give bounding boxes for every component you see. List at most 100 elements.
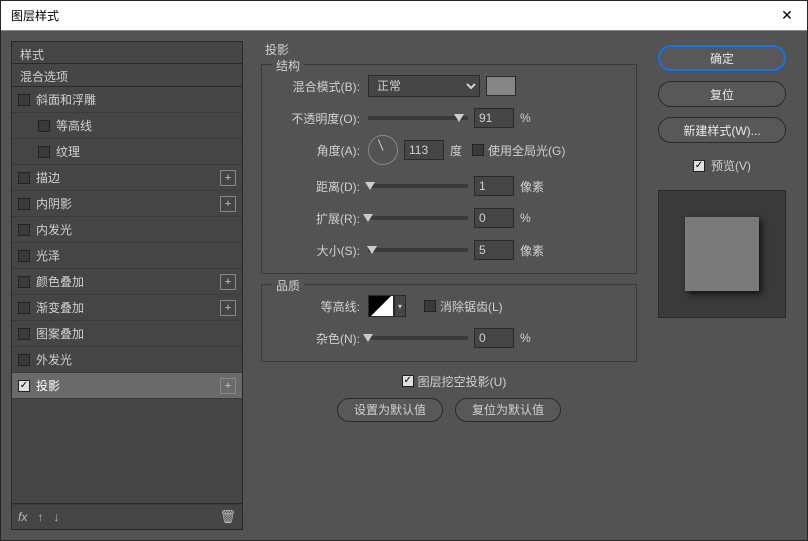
style-label: 外发光 — [36, 351, 72, 368]
style-item-color-overlay[interactable]: 颜色叠加 + — [12, 269, 242, 295]
style-check[interactable] — [18, 198, 30, 210]
ok-button[interactable]: 确定 — [658, 45, 786, 71]
style-label: 斜面和浮雕 — [36, 91, 96, 108]
style-label: 内发光 — [36, 221, 72, 238]
window-title: 图层样式 — [11, 7, 59, 24]
dialog-content: 样式 混合选项 斜面和浮雕 等高线 纹理 描边 + 内阴影 + 内发光 光泽 颜色叠… — [1, 31, 807, 540]
contour-label: 等高线: — [276, 298, 360, 315]
styles-header: 样式 — [11, 41, 243, 63]
make-default-button[interactable]: 设置为默认值 — [337, 398, 443, 422]
style-label: 等高线 — [56, 117, 92, 134]
style-check[interactable] — [38, 146, 50, 158]
quality-legend: 品质 — [272, 277, 304, 294]
arrow-up-icon[interactable]: ↑ — [37, 510, 43, 524]
style-label: 描边 — [36, 169, 60, 186]
distance-label: 距离(D): — [276, 178, 360, 195]
global-light-check[interactable]: 使用全局光(G) — [472, 142, 565, 159]
contour-picker[interactable] — [368, 295, 394, 317]
style-label: 渐变叠加 — [36, 299, 84, 316]
add-icon[interactable]: + — [220, 300, 236, 316]
quality-fieldset: 品质 等高线: ▾ 消除锯齿(L) 杂色(N): % — [261, 284, 637, 362]
size-input[interactable] — [474, 240, 514, 260]
style-check[interactable] — [18, 380, 30, 392]
distance-slider[interactable] — [368, 184, 468, 188]
preview-check[interactable]: 预览(V) — [693, 157, 751, 174]
blend-mode-label: 混合模式(B): — [276, 78, 360, 95]
shadow-color-swatch[interactable] — [486, 76, 516, 96]
style-item-stroke[interactable]: 描边 + — [12, 165, 242, 191]
new-style-button[interactable]: 新建样式(W)... — [658, 117, 786, 143]
size-slider[interactable] — [368, 248, 468, 252]
close-button[interactable]: ✕ — [767, 1, 807, 30]
style-label: 颜色叠加 — [36, 273, 84, 290]
style-item-inner-shadow[interactable]: 内阴影 + — [12, 191, 242, 217]
add-icon[interactable]: + — [220, 274, 236, 290]
reset-default-button[interactable]: 复位为默认值 — [455, 398, 561, 422]
style-item-outer-glow[interactable]: 外发光 — [12, 347, 242, 373]
style-check[interactable] — [38, 120, 50, 132]
structure-legend: 结构 — [272, 57, 304, 74]
style-label: 光泽 — [36, 247, 60, 264]
structure-fieldset: 结构 混合模式(B): 正常 不透明度(O): % 角度(A): 度 — [261, 64, 637, 274]
style-footer: fx ↑ ↓ 🗑 — [11, 504, 243, 530]
opacity-slider[interactable] — [368, 116, 468, 120]
add-icon[interactable]: + — [220, 378, 236, 394]
noise-unit: % — [520, 331, 531, 345]
angle-dial[interactable] — [368, 135, 398, 165]
style-list: 斜面和浮雕 等高线 纹理 描边 + 内阴影 + 内发光 光泽 颜色叠加 + 渐变叠加 +… — [11, 87, 243, 504]
style-item-texture[interactable]: 纹理 — [12, 139, 242, 165]
opacity-unit: % — [520, 111, 531, 125]
style-check[interactable] — [18, 276, 30, 288]
settings-panel: 投影 结构 混合模式(B): 正常 不透明度(O): % 角度(A): — [243, 41, 647, 530]
angle-input[interactable] — [404, 140, 444, 160]
style-item-pattern-overlay[interactable]: 图案叠加 — [12, 321, 242, 347]
style-label: 投影 — [36, 377, 60, 394]
size-unit: 像素 — [520, 242, 544, 259]
style-item-bevel[interactable]: 斜面和浮雕 — [12, 87, 242, 113]
spread-input[interactable] — [474, 208, 514, 228]
distance-unit: 像素 — [520, 178, 544, 195]
angle-label: 角度(A): — [276, 142, 360, 159]
opacity-label: 不透明度(O): — [276, 110, 360, 127]
style-check[interactable] — [18, 172, 30, 184]
titlebar: 图层样式 ✕ — [1, 1, 807, 31]
action-panel: 确定 复位 新建样式(W)... 预览(V) — [647, 41, 797, 530]
style-item-satin[interactable]: 光泽 — [12, 243, 242, 269]
size-label: 大小(S): — [276, 242, 360, 259]
style-label: 内阴影 — [36, 195, 72, 212]
style-label: 图案叠加 — [36, 325, 84, 342]
spread-unit: % — [520, 211, 531, 225]
spread-label: 扩展(R): — [276, 210, 360, 227]
contour-dropdown[interactable]: ▾ — [394, 295, 406, 317]
angle-unit: 度 — [450, 142, 462, 159]
style-item-drop-shadow[interactable]: 投影 + — [12, 373, 242, 399]
style-check[interactable] — [18, 328, 30, 340]
distance-input[interactable] — [474, 176, 514, 196]
style-check[interactable] — [18, 354, 30, 366]
style-check[interactable] — [18, 224, 30, 236]
noise-input[interactable] — [474, 328, 514, 348]
blend-mode-select[interactable]: 正常 — [368, 75, 480, 97]
spread-slider[interactable] — [368, 216, 468, 220]
style-item-contour[interactable]: 等高线 — [12, 113, 242, 139]
arrow-down-icon[interactable]: ↓ — [53, 510, 59, 524]
cancel-button[interactable]: 复位 — [658, 81, 786, 107]
style-check[interactable] — [18, 302, 30, 314]
style-label: 纹理 — [56, 143, 80, 160]
fx-icon[interactable]: fx — [18, 510, 27, 524]
noise-label: 杂色(N): — [276, 330, 360, 347]
trash-icon[interactable]: 🗑 — [219, 509, 236, 525]
add-icon[interactable]: + — [220, 196, 236, 212]
styles-panel: 样式 混合选项 斜面和浮雕 等高线 纹理 描边 + 内阴影 + 内发光 光泽 颜色叠… — [11, 41, 243, 530]
blending-options[interactable]: 混合选项 — [11, 63, 243, 87]
opacity-input[interactable] — [474, 108, 514, 128]
noise-slider[interactable] — [368, 336, 468, 340]
style-item-gradient-overlay[interactable]: 渐变叠加 + — [12, 295, 242, 321]
add-icon[interactable]: + — [220, 170, 236, 186]
antialias-check[interactable]: 消除锯齿(L) — [424, 298, 503, 315]
style-check[interactable] — [18, 94, 30, 106]
style-item-inner-glow[interactable]: 内发光 — [12, 217, 242, 243]
knockout-check[interactable]: 图层挖空投影(U) — [402, 373, 507, 390]
layer-style-dialog: 图层样式 ✕ 样式 混合选项 斜面和浮雕 等高线 纹理 描边 + 内阴影 + 内发光… — [0, 0, 808, 541]
style-check[interactable] — [18, 250, 30, 262]
